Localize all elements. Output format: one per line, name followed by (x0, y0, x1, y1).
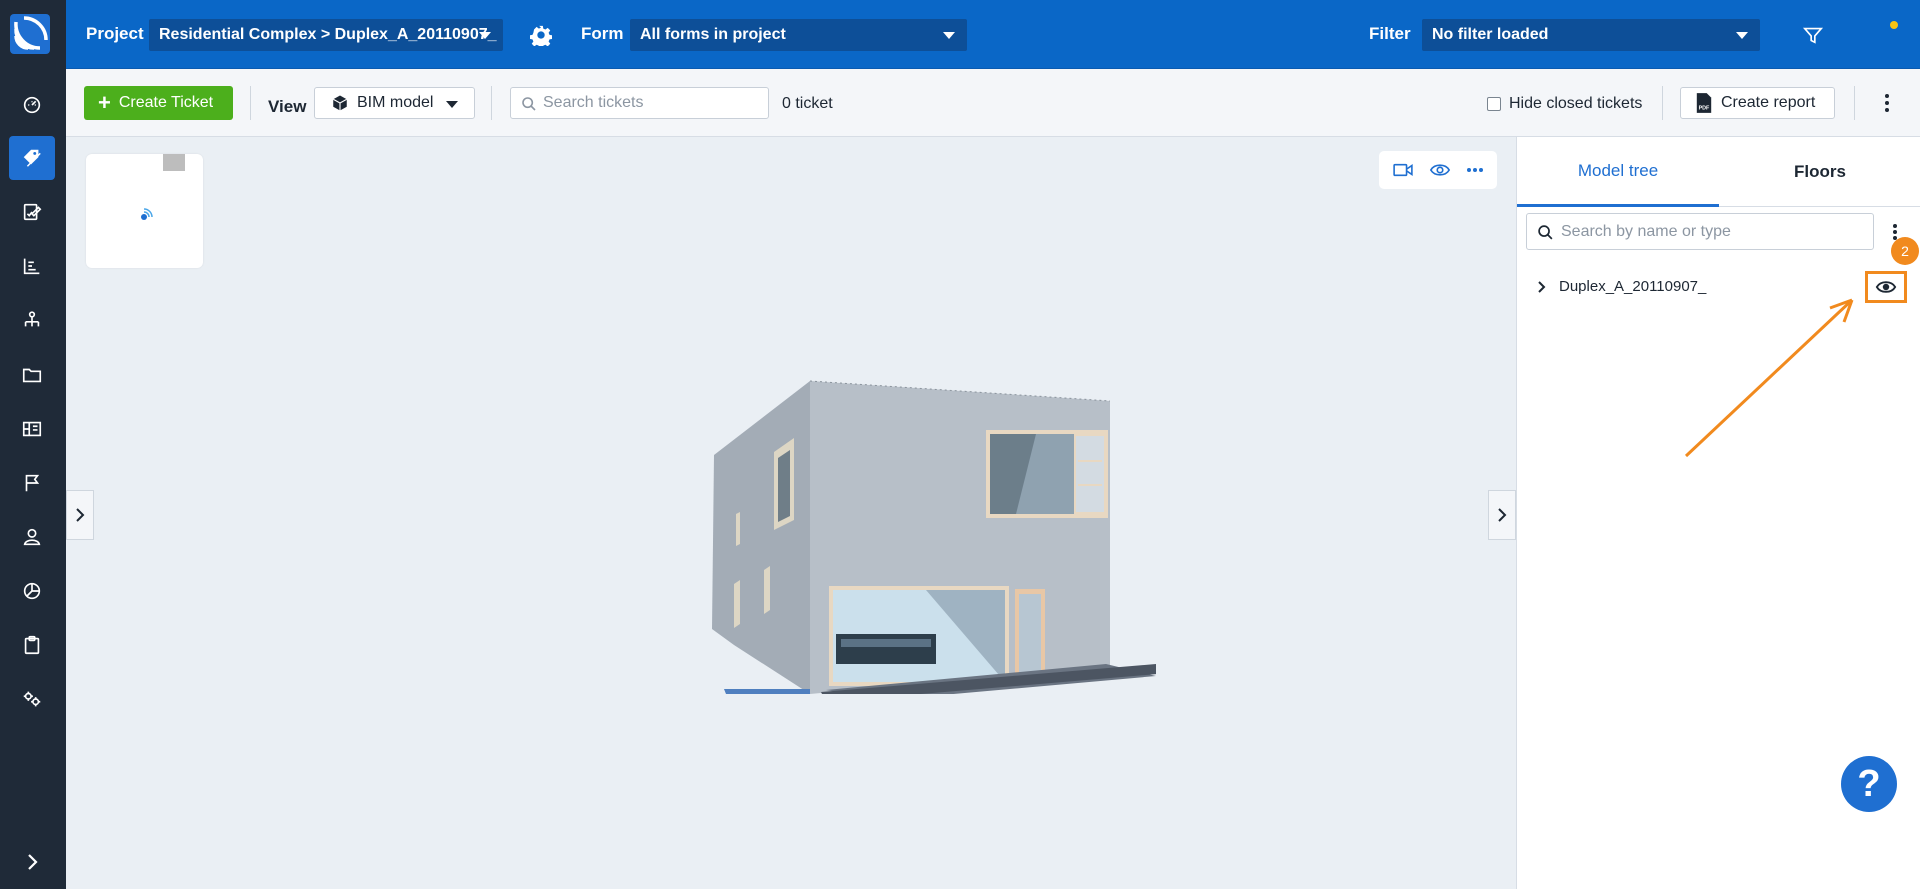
svg-text:PDF: PDF (1699, 105, 1710, 111)
toolbar: + Create Ticket View BIM model 0 ticket … (66, 69, 1920, 137)
filter-label: Filter (1369, 24, 1411, 43)
view-label: View (268, 97, 307, 116)
more-horizontal-icon[interactable] (1466, 167, 1484, 173)
filter-value: No filter loaded (1432, 26, 1549, 43)
rail-plans[interactable] (9, 407, 55, 451)
forms-icon (23, 203, 42, 221)
left-rail (0, 0, 66, 889)
bim-viewer[interactable] (66, 137, 1516, 889)
create-report-button[interactable]: PDF Create report (1680, 87, 1835, 119)
viewer-tools (1379, 151, 1497, 189)
model-search-input[interactable] (1561, 214, 1861, 249)
analytics-icon (23, 258, 40, 275)
view-value: BIM model (357, 94, 434, 111)
divider (250, 86, 251, 120)
model-search-field[interactable] (1526, 213, 1874, 250)
rail-tickets[interactable] (9, 136, 55, 180)
step-badge: 2 (1891, 237, 1919, 265)
rail-settings[interactable] (9, 677, 55, 721)
user-icon (23, 528, 41, 546)
chevron-down-icon (1736, 32, 1748, 39)
view-select[interactable]: BIM model (314, 87, 475, 119)
eye-icon[interactable] (1429, 162, 1451, 178)
chevron-right-icon (76, 508, 85, 522)
video-camera-icon[interactable] (1392, 162, 1414, 178)
project-select[interactable]: Residential Complex > Duplex_A_20110907_ (149, 19, 503, 51)
search-tickets-field[interactable] (510, 87, 769, 119)
annotation-arrow (1684, 298, 1854, 458)
minimap-thumbnail[interactable] (86, 154, 203, 268)
search-icon (1538, 225, 1553, 240)
top-bar: Project Residential Complex > Duplex_A_2… (66, 0, 1920, 69)
visibility-toggle[interactable] (1865, 271, 1907, 303)
plans-icon (22, 421, 42, 437)
create-report-label: Create report (1721, 94, 1816, 111)
divider (1854, 86, 1855, 120)
reports-icon (23, 582, 41, 600)
more-vertical-icon[interactable] (1884, 93, 1890, 113)
project-label: Project (86, 24, 144, 43)
chevron-right-icon (1498, 508, 1507, 522)
create-ticket-button[interactable]: + Create Ticket (84, 86, 233, 120)
cube-icon (332, 95, 348, 111)
ticket-count: 0 ticket (782, 95, 833, 112)
expand-sidebar-icon[interactable] (20, 850, 44, 874)
tab-model-tree[interactable]: Model tree (1517, 137, 1719, 207)
pdf-icon: PDF (1696, 93, 1712, 113)
notification-dot (1890, 21, 1898, 29)
minimap-toggle[interactable] (163, 154, 185, 171)
project-value: Residential Complex > Duplex_A_20110907_ (159, 26, 497, 43)
flag-icon (25, 474, 40, 492)
rail-users[interactable] (9, 515, 55, 559)
divider (491, 86, 492, 120)
filter-select[interactable]: No filter loaded (1422, 19, 1760, 51)
settings-icon (23, 691, 41, 707)
form-value: All forms in project (640, 26, 786, 43)
form-select[interactable]: All forms in project (630, 19, 967, 51)
rail-reports[interactable] (9, 569, 55, 613)
help-button[interactable]: ? (1841, 756, 1897, 812)
rail-clipboard[interactable] (9, 623, 55, 667)
plus-icon: + (98, 90, 111, 115)
rail-documents[interactable] (9, 353, 55, 397)
funnel-icon[interactable] (1802, 24, 1824, 46)
hide-closed-toggle[interactable]: Hide closed tickets (1487, 95, 1642, 113)
hide-closed-checkbox[interactable] (1487, 97, 1501, 111)
clipboard-icon (24, 635, 40, 655)
hide-closed-label: Hide closed tickets (1509, 95, 1643, 112)
tab-floors[interactable]: Floors (1719, 137, 1920, 207)
rail-analytics[interactable] (9, 244, 55, 288)
collapse-right-panel[interactable] (1488, 490, 1516, 540)
documents-icon (22, 368, 42, 383)
app-logo[interactable] (10, 14, 50, 54)
sitemap-icon (24, 311, 40, 327)
chevron-down-icon (446, 101, 458, 108)
chevron-down-icon (943, 32, 955, 39)
form-label: Form (581, 24, 624, 43)
chevron-right-icon[interactable] (1537, 280, 1547, 294)
search-icon (522, 97, 536, 111)
eye-icon (1875, 281, 1897, 293)
location-marker-icon (141, 208, 153, 220)
divider (1662, 86, 1663, 120)
tickets-icon (23, 149, 41, 167)
rail-sitemap[interactable] (9, 298, 55, 342)
building-model[interactable] (636, 334, 1156, 694)
expand-left-panel[interactable] (66, 490, 94, 540)
search-tickets-input[interactable] (543, 88, 763, 118)
rail-forms[interactable] (9, 190, 55, 234)
create-ticket-label: Create Ticket (118, 94, 214, 111)
gear-icon[interactable] (530, 24, 552, 46)
chevron-down-icon (479, 32, 491, 39)
rail-dashboard[interactable] (9, 83, 55, 127)
dashboard-icon (23, 96, 41, 114)
rail-flag[interactable] (9, 461, 55, 505)
